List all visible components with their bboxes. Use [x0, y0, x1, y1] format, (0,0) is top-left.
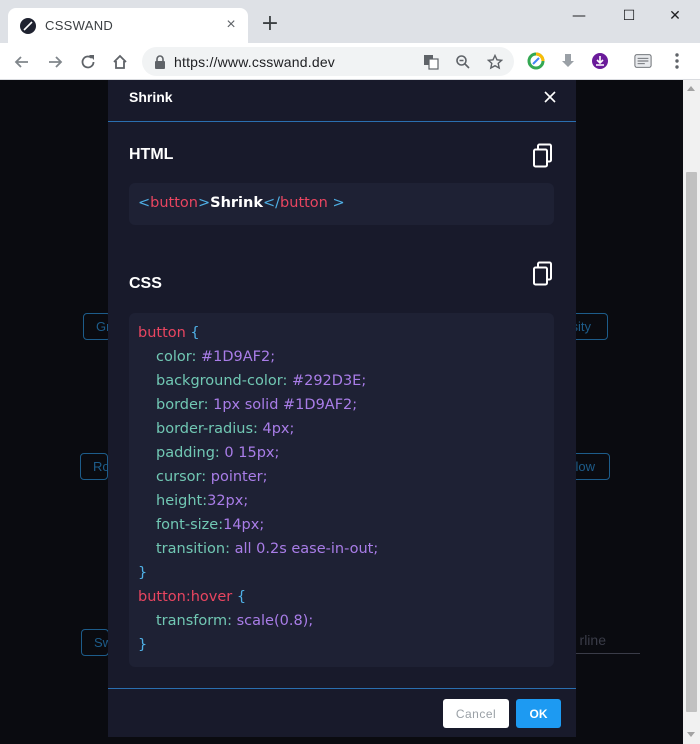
star-icon[interactable]: [486, 53, 504, 71]
scrollbar-thumb[interactable]: [686, 172, 697, 712]
profile-icon[interactable]: [591, 52, 609, 70]
reload-icon[interactable]: [76, 50, 100, 74]
css-code-line: button:hover {: [138, 589, 247, 605]
css-code-line: button {: [138, 325, 200, 341]
wand-icon: [20, 17, 36, 34]
minimize-button[interactable]: —: [556, 4, 602, 28]
url-text: https://www.csswand.dev: [174, 54, 335, 70]
scroll-down-icon[interactable]: [687, 732, 695, 737]
cancel-button[interactable]: Cancel: [443, 699, 509, 728]
modal-header: Shrink: [108, 80, 576, 122]
background-button[interactable]: Ro: [80, 453, 108, 480]
back-icon[interactable]: [10, 50, 34, 74]
plus-icon[interactable]: +: [258, 13, 282, 37]
css-code-lines: button { color: #1D9AF2; background-colo…: [138, 323, 378, 659]
html-code-block[interactable]: <button>Shrink</button >: [129, 183, 554, 225]
css-declaration: cursor: pointer;: [156, 469, 268, 485]
css-declaration: transition: all 0.2s ease-in-out;: [156, 541, 379, 557]
copy-icon[interactable]: [532, 261, 554, 287]
css-declaration: color: #1D9AF2;: [156, 349, 276, 365]
lock-icon: [151, 53, 169, 71]
close-icon[interactable]: ×: [222, 16, 240, 34]
copy-icon[interactable]: [532, 143, 554, 169]
download-icon[interactable]: [559, 52, 577, 70]
code-modal: Shrink HTML <button>Shrink</button > CSS…: [108, 80, 576, 737]
scroll-up-icon[interactable]: [687, 86, 695, 91]
css-section-label: CSS: [129, 275, 162, 292]
background-button[interactable]: Sw: [81, 629, 109, 656]
zoom-out-icon[interactable]: [454, 53, 472, 71]
ok-button[interactable]: OK: [516, 699, 561, 728]
extension-icon[interactable]: [527, 52, 545, 70]
address-bar[interactable]: https://www.csswand.dev: [142, 47, 514, 76]
home-icon[interactable]: [108, 50, 132, 74]
modal-footer: Cancel OK: [108, 688, 576, 737]
forward-icon[interactable]: [43, 50, 67, 74]
scrollbar[interactable]: [683, 80, 700, 744]
maximize-button[interactable]: ☐: [606, 4, 652, 28]
css-declaration: font-size:14px;: [156, 517, 265, 533]
browser-tab[interactable]: CSSWAND ×: [8, 8, 248, 43]
menu-icon[interactable]: [668, 52, 686, 70]
css-declaration: transform: scale(0.8);: [156, 613, 314, 629]
browser-toolbar: https://www.csswand.dev: [0, 43, 700, 80]
tab-strip: CSSWAND × + — ☐ ✕: [0, 0, 700, 43]
html-code-line: <button>Shrink</button >: [138, 195, 345, 211]
extension-icon[interactable]: [634, 52, 652, 70]
window-close-button[interactable]: ✕: [652, 4, 698, 28]
css-declaration: border-radius: 4px;: [156, 421, 295, 437]
modal-title: Shrink: [129, 89, 173, 105]
css-declaration: height:32px;: [156, 493, 249, 509]
css-code-line: }: [138, 565, 148, 581]
css-declaration: background-color: #292D3E;: [156, 373, 367, 389]
translate-icon[interactable]: [422, 53, 440, 71]
css-code-line: }: [138, 637, 148, 653]
html-section-label: HTML: [129, 146, 174, 163]
tab-title: CSSWAND: [45, 18, 114, 33]
css-declaration: border: 1px solid #1D9AF2;: [156, 397, 358, 413]
css-code-block[interactable]: button { color: #1D9AF2; background-colo…: [129, 313, 554, 667]
css-declaration: padding: 0 15px;: [156, 445, 280, 461]
close-icon[interactable]: [540, 87, 560, 107]
background-button[interactable]: Gr: [83, 313, 111, 340]
